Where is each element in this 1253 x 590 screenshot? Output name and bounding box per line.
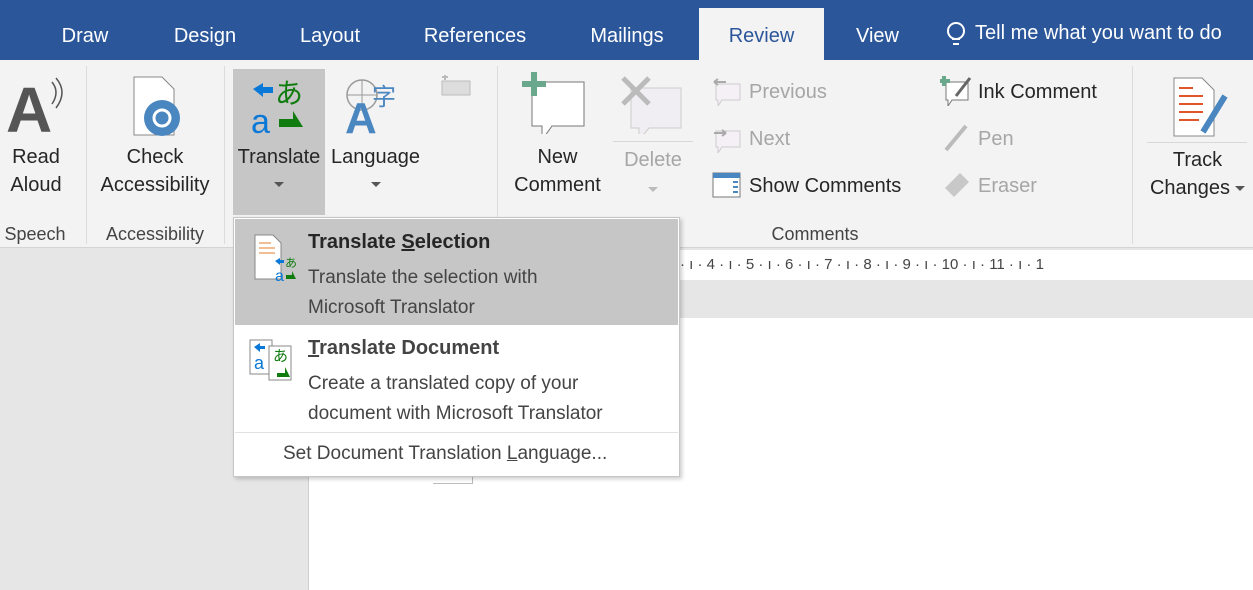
tell-me-box[interactable]: Tell me what you want to do (944, 20, 1244, 52)
group-accessibility-label: Accessibility (105, 224, 205, 244)
svg-text:あ: あ (285, 256, 297, 270)
svg-text:あ: あ (273, 347, 288, 365)
language-icon: A字 (345, 79, 396, 135)
show-comments-icon (712, 172, 741, 198)
svg-text:a: a (275, 268, 284, 283)
track-changes-icon (1173, 77, 1228, 137)
access-key: S (401, 231, 415, 253)
translate-document-title: Translate Document (308, 337, 499, 360)
track-changes-label-2: Changes (1149, 177, 1231, 199)
tab-review[interactable]: Review (699, 8, 824, 60)
chevron-down-icon (274, 182, 284, 187)
new-comment-button[interactable]: New Comment (505, 66, 610, 206)
ribbon-tab-bar: Draw Design Layout References Mailings R… (0, 0, 1253, 60)
check-accessibility-label-2: Accessibility (100, 174, 210, 196)
chevron-down-icon (648, 187, 658, 192)
next-comment-button[interactable]: Next (712, 125, 872, 153)
translate-document-desc-1: Create a translated copy of your (308, 373, 579, 394)
item-text: Set Document Translation (283, 443, 507, 464)
translate-selection-desc-1: Translate the selection with (308, 267, 538, 288)
new-comment-label-2: Comment (514, 174, 601, 196)
show-comments-label: Show Comments (749, 175, 902, 197)
group-divider (224, 66, 225, 244)
next-label: Next (749, 128, 791, 150)
eraser-icon (945, 173, 969, 197)
title-text: ranslate Document (319, 337, 500, 359)
horizontal-ruler[interactable]: · ı · 4 · ı · 5 · ı · 6 · ı · 7 · ı · 8 … (680, 250, 1253, 280)
delete-comment-button[interactable]: Delete (613, 66, 693, 206)
read-aloud-button[interactable]: A Read Aloud (0, 66, 72, 206)
svg-text:a: a (251, 103, 270, 135)
eraser-label: Eraser (978, 175, 1037, 197)
pen-label: Pen (978, 128, 1014, 150)
lightbulb-icon (947, 22, 965, 45)
previous-label: Previous (749, 81, 827, 103)
tab-references[interactable]: References (410, 0, 540, 60)
tab-design[interactable]: Design (160, 0, 250, 60)
previous-comment-icon (713, 78, 741, 106)
track-changes-button[interactable]: Track Changes (1145, 72, 1250, 207)
svg-text:あ: あ (275, 77, 303, 110)
group-comments-label: Comments (771, 224, 859, 244)
language-button[interactable]: A字 Language (328, 69, 423, 215)
menu-separator (235, 432, 678, 433)
next-comment-icon (714, 129, 741, 153)
delete-label: Delete (624, 149, 682, 171)
new-comment-label-1: New (537, 146, 578, 168)
check-accessibility-icon (133, 76, 180, 136)
translate-label: Translate (237, 146, 321, 168)
ink-comment-label: Ink Comment (978, 81, 1097, 103)
read-aloud-label-2: Aloud (10, 174, 62, 196)
previous-comment-button[interactable]: Previous (712, 78, 872, 106)
check-accessibility-button[interactable]: Check Accessibility (95, 66, 215, 206)
translate-icon: あa (251, 77, 303, 135)
translate-button[interactable]: あa Translate (233, 69, 325, 215)
menu-item-translate-selection[interactable]: あa Translate Selection Translate the sel… (235, 219, 678, 325)
tab-mailings[interactable]: Mailings (572, 0, 682, 60)
new-comment-icon (522, 72, 585, 134)
tab-draw[interactable]: Draw (40, 0, 130, 60)
split-divider (1147, 142, 1247, 143)
svg-text:字: 字 (372, 83, 396, 111)
translate-selection-title: Translate Selection (308, 231, 490, 254)
chevron-down-icon (1235, 186, 1245, 191)
group-divider (1132, 66, 1133, 244)
read-aloud-icon: A (6, 76, 63, 136)
svg-text:a: a (254, 353, 265, 373)
tab-layout[interactable]: Layout (285, 0, 375, 60)
translate-document-icon: aあ (249, 339, 292, 381)
keyboard-icon[interactable] (440, 75, 472, 99)
read-aloud-label-1: Read (12, 146, 60, 168)
chevron-down-icon (371, 182, 381, 187)
group-speech-label: Speech (4, 224, 66, 244)
access-key: L (506, 443, 518, 464)
check-accessibility-label-1: Check (126, 146, 184, 168)
delete-comment-icon (621, 76, 682, 134)
tell-me-text: Tell me what you want to do (975, 22, 1222, 44)
pen-button[interactable]: Pen (940, 124, 1060, 154)
ink-comment-button[interactable]: Ink Comment (940, 76, 1120, 106)
translate-dropdown-menu: あa Translate Selection Translate the sel… (233, 217, 680, 477)
translate-selection-desc-2: Microsoft Translator (308, 297, 475, 318)
translate-document-desc-2: document with Microsoft Translator (308, 403, 603, 424)
access-key: T (308, 337, 320, 359)
tab-view[interactable]: View (840, 0, 915, 60)
pen-icon (944, 124, 968, 152)
title-text: election (414, 231, 491, 253)
translate-selection-icon: あa (254, 234, 297, 283)
item-text: anguage... (517, 443, 608, 464)
split-divider (613, 141, 693, 142)
menu-item-translate-document[interactable]: aあ Translate Document Create a translate… (235, 325, 678, 431)
ink-comment-icon (940, 76, 972, 106)
menu-item-set-translation-language[interactable]: Set Document Translation Language... (235, 434, 678, 476)
title-text: Translate (308, 231, 402, 253)
track-changes-label-1: Track (1172, 149, 1223, 171)
eraser-button[interactable]: Eraser (940, 171, 1060, 201)
show-comments-button[interactable]: Show Comments (712, 172, 912, 200)
svg-text:A: A (6, 76, 52, 136)
language-label: Language (331, 146, 420, 168)
group-divider (86, 66, 87, 244)
